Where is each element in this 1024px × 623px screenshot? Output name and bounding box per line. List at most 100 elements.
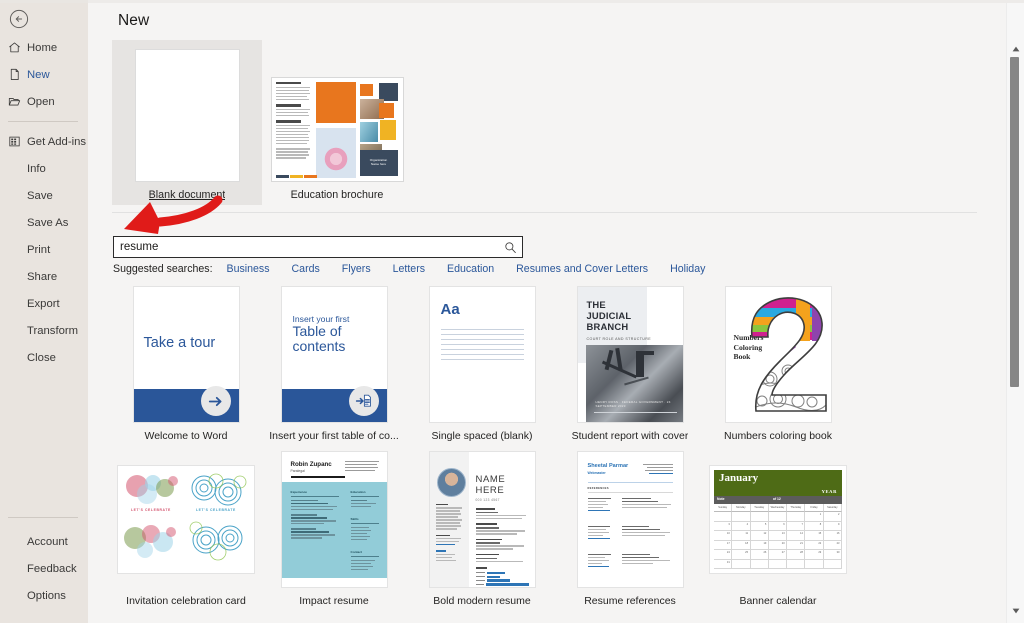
template-card-welcome-to-word[interactable]: Take a tour Welcome to Word [112, 287, 260, 452]
sidebar-item-options[interactable]: Options [0, 582, 88, 609]
sidebar-item-label: Feedback [27, 562, 77, 575]
suggestion-letters[interactable]: Letters [393, 263, 425, 275]
backstage-view: Home New Open Get Add-ins Info Save Save… [0, 0, 1024, 623]
template-label: Single spaced (blank) [431, 430, 533, 442]
sidebar-item-label: Account [27, 535, 68, 548]
template-card-insert-table-of-contents[interactable]: Insert your first Table of contents Inse… [260, 287, 408, 452]
sidebar-item-label: Get Add-ins [27, 135, 87, 148]
thumb-title-1: THE [586, 299, 606, 310]
judicial-branch-thumbnail: THE JUDICIAL BRANCH COURT ROLE AND STRUC… [577, 287, 683, 422]
thumb-caption: LET'S CELEBRATE [196, 508, 236, 512]
impact-resume-thumbnail: Robin Zupanc Paralegal Experience Educat… [281, 452, 387, 587]
thumbnail: Take a tour [112, 287, 260, 422]
sidebar-item-info[interactable]: Info [0, 155, 88, 182]
scroll-down-arrow[interactable] [1007, 602, 1024, 619]
thumb-name-2: HERE [475, 485, 505, 496]
thumb-text: Take a tour [143, 335, 216, 351]
thumb-subtitle: COURT ROLE AND STRUCTURE [586, 337, 652, 341]
thumbnail: LET'S CELEBRATE LET'S CELEBRATE [112, 452, 260, 587]
template-label: Impact resume [299, 595, 369, 607]
template-label: Education brochure [290, 189, 384, 201]
insert-toc-icon [348, 386, 379, 416]
single-spaced-thumbnail: Aa [429, 287, 535, 422]
sidebar-item-label: Share [27, 270, 58, 283]
sidebar-item-close[interactable]: Close [0, 344, 88, 371]
window-top-strip [0, 0, 1024, 3]
search-icon[interactable] [498, 241, 522, 254]
thumbnail: January YEAR Note of 12 Sunday Monday Tues… [704, 452, 852, 587]
search-box[interactable] [113, 236, 523, 258]
template-label: Insert your first table of co... [269, 430, 399, 442]
sidebar-item-home[interactable]: Home [0, 34, 88, 61]
template-label: Numbers coloring book [724, 430, 832, 442]
bold-modern-resume-thumbnail: NAME HERE 000 123 4567 [429, 452, 535, 587]
new-document-pane: New Blank document Organization Name her… [88, 0, 1024, 623]
section-divider [112, 212, 977, 213]
template-card-single-spaced-blank[interactable]: Aa Single spaced (blank) [408, 287, 556, 452]
template-card-impact-resume[interactable]: Robin Zupanc Paralegal Experience Educat… [260, 452, 408, 617]
template-card-education-brochure[interactable]: Organization Name here Education brochure [262, 40, 412, 205]
thumb-year: YEAR [821, 489, 837, 494]
thumbnail: Insert your first Table of contents [260, 287, 408, 422]
scrollbar-thumb[interactable] [1010, 57, 1019, 387]
template-card-student-report-with-cover[interactable]: THE JUDICIAL BRANCH COURT ROLE AND STRUC… [556, 287, 704, 452]
invitation-card-thumbnail: LET'S CELEBRATE LET'S CELEBRATE [118, 466, 254, 573]
thumb-section-4: Contact [350, 550, 363, 555]
sidebar-item-open[interactable]: Open [0, 88, 88, 115]
back-button[interactable] [6, 6, 32, 32]
add-ins-icon [8, 135, 25, 148]
template-card-blank-document[interactable]: Blank document [112, 40, 262, 205]
take-a-tour-thumbnail: Take a tour [133, 287, 239, 422]
thumb-sub-left: Note [717, 497, 725, 502]
sidebar-item-get-add-ins[interactable]: Get Add-ins [0, 128, 88, 155]
thumb-line-2: Table of [292, 323, 342, 339]
sidebar-item-print[interactable]: Print [0, 236, 88, 263]
decorative-numeral-2 [750, 297, 827, 412]
sidebar-item-account[interactable]: Account [0, 528, 88, 555]
sidebar-item-share[interactable]: Share [0, 263, 88, 290]
thumb-title-2: JUDICIAL [586, 310, 632, 321]
back-arrow-icon [9, 9, 29, 29]
vertical-scrollbar[interactable] [1006, 3, 1024, 623]
suggestion-cards[interactable]: Cards [292, 263, 320, 275]
thumb-sub-mid: of 12 [772, 497, 781, 502]
template-card-resume-references[interactable]: Sheetal Parmar Webmaster REFERENCES Resu… [556, 452, 704, 617]
open-folder-icon [8, 95, 25, 108]
arrow-right-icon [200, 386, 231, 416]
suggestion-flyers[interactable]: Flyers [342, 263, 371, 275]
template-label: Resume references [584, 595, 676, 607]
thumbnail: Organization Name here [270, 47, 404, 182]
sidebar-item-new[interactable]: New [0, 61, 88, 88]
template-label: Invitation celebration card [126, 595, 246, 607]
banner-calendar-thumbnail: January YEAR Note of 12 Sunday Monday Tues… [710, 466, 846, 573]
template-card-bold-modern-resume[interactable]: NAME HERE 000 123 4567 Bold modern resum… [408, 452, 556, 617]
suggestion-education[interactable]: Education [447, 263, 494, 275]
thumb-text: Aa [440, 301, 460, 318]
search-input[interactable] [114, 237, 498, 257]
page-title: New [118, 12, 150, 29]
suggestion-resumes-and-cover-letters[interactable]: Resumes and Cover Letters [516, 263, 648, 275]
sidebar-item-export[interactable]: Export [0, 290, 88, 317]
search-area: Suggested searches: Business Cards Flyer… [113, 236, 705, 275]
sidebar-item-transform[interactable]: Transform [0, 317, 88, 344]
suggestion-business[interactable]: Business [227, 263, 270, 275]
sidebar-item-save-as[interactable]: Save As [0, 209, 88, 236]
sidebar-item-label: Info [27, 162, 46, 175]
template-card-banner-calendar[interactable]: January YEAR Note of 12 Sunday Monday Tues… [704, 452, 852, 617]
scrollbar-track[interactable] [1007, 57, 1024, 602]
sidebar-item-feedback[interactable]: Feedback [0, 555, 88, 582]
resume-references-thumbnail: Sheetal Parmar Webmaster REFERENCES [577, 452, 683, 587]
thumb-name-1: NAME [475, 474, 506, 485]
template-label: Welcome to Word [144, 430, 228, 442]
sidebar-divider-bottom [8, 517, 78, 518]
sidebar-item-save[interactable]: Save [0, 182, 88, 209]
template-card-numbers-coloring-book[interactable]: Numbers Coloring Book Numbers coloring b… [704, 287, 852, 452]
suggestion-holiday[interactable]: Holiday [670, 263, 705, 275]
numbers-coloring-book-thumbnail: Numbers Coloring Book [725, 287, 831, 422]
template-card-invitation-celebration-card[interactable]: LET'S CELEBRATE LET'S CELEBRATE Invitati… [112, 452, 260, 617]
thumbnail: Robin Zupanc Paralegal Experience Educat… [260, 452, 408, 587]
thumb-section-2: Education [350, 490, 366, 494]
home-icon [8, 41, 25, 54]
suggested-searches-label: Suggested searches: [113, 263, 213, 275]
scroll-up-arrow[interactable] [1007, 40, 1024, 57]
